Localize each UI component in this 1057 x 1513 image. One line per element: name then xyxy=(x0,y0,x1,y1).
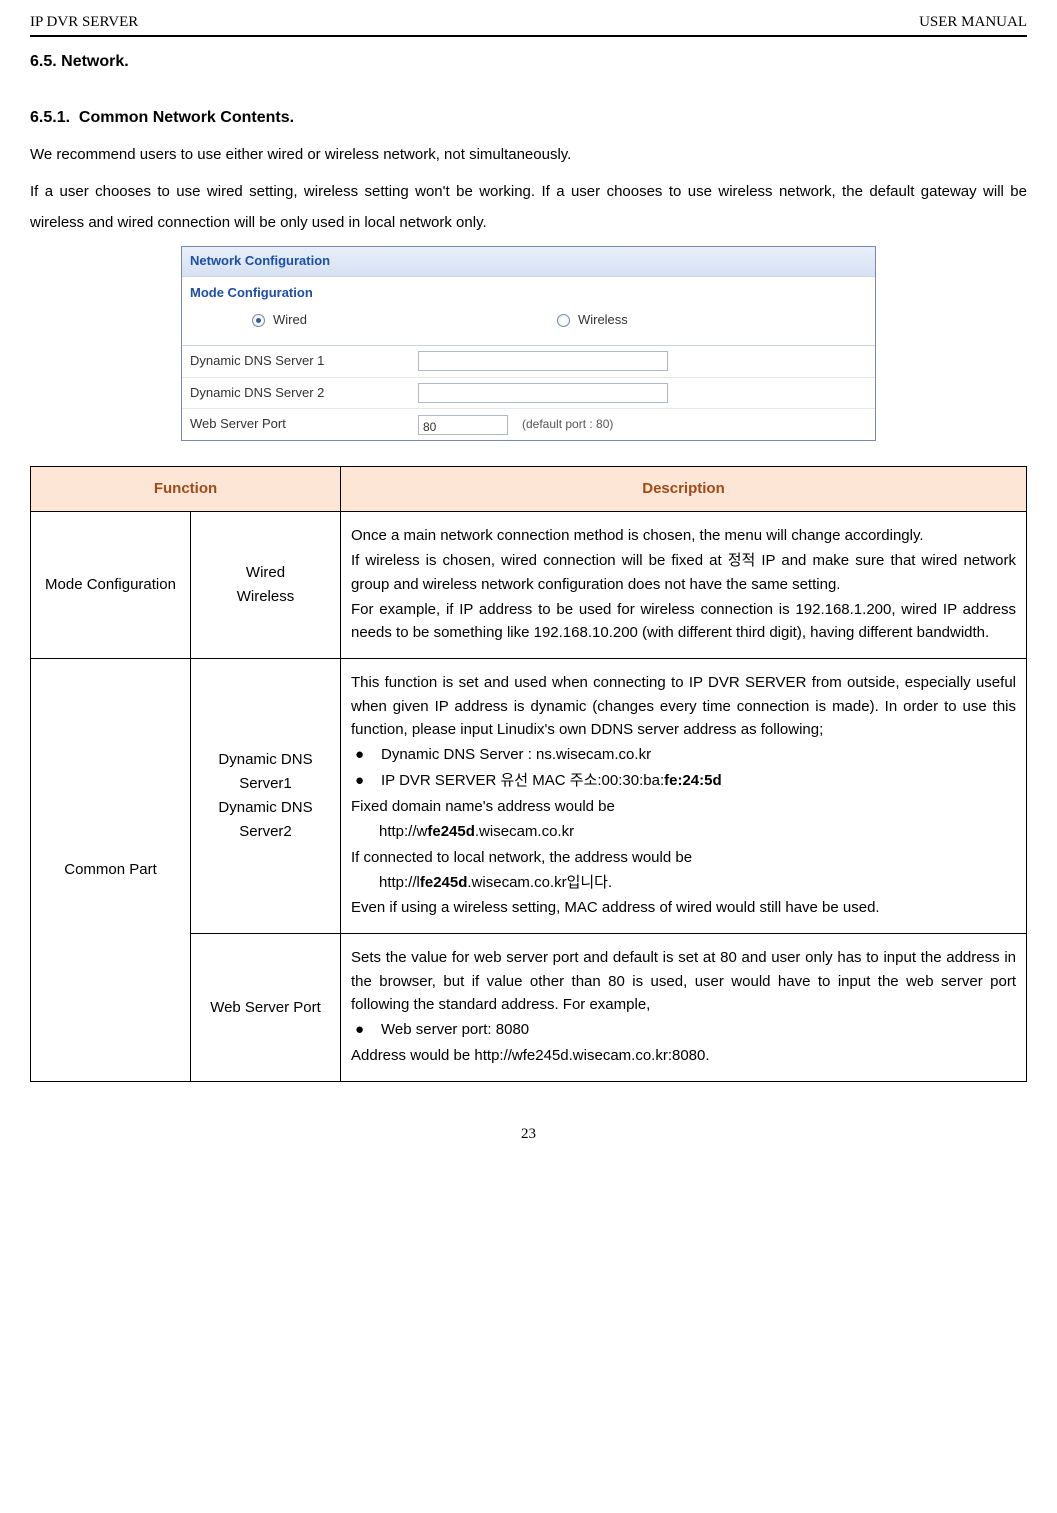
r1-c1: Mode Configuration xyxy=(31,512,191,659)
r1-d2: If wireless is chosen, wired connection … xyxy=(351,549,1016,596)
r2a-c2: Dynamic DNS Server1 Dynamic DNS Server2 xyxy=(191,659,341,934)
r2b-d2: Address would be http://wfe245d.wisecam.… xyxy=(351,1044,1016,1067)
r2a-b2: ●IP DVR SERVER 유선 MAC 주소:00:30:ba:fe:24:… xyxy=(355,769,1016,793)
r1-c2b: Wireless xyxy=(201,585,330,609)
r1-d3: For example, if IP address to be used fo… xyxy=(351,598,1016,645)
radio-wired-icon xyxy=(252,314,265,327)
bullet-icon: ● xyxy=(355,743,381,767)
radio-wireless-icon xyxy=(557,314,570,327)
bullet-icon: ● xyxy=(355,1018,381,1042)
dns2-label: Dynamic DNS Server 2 xyxy=(182,378,412,409)
r2a-d4: If connected to local network, the addre… xyxy=(351,846,1016,869)
header-left: IP DVR SERVER xyxy=(30,10,138,34)
r2a-c2a: Dynamic DNS Server1 xyxy=(201,748,330,796)
r2a-desc: This function is set and used when conne… xyxy=(341,659,1027,934)
r2a-d2: Fixed domain name's address would be xyxy=(351,795,1016,818)
r2a-d1: This function is set and used when conne… xyxy=(351,671,1016,741)
figure-subtitle: Mode Configuration xyxy=(182,277,875,306)
r2a-d3: http://wfe245d.wisecam.co.kr xyxy=(351,820,1016,843)
r2b-c2: Web Server Port xyxy=(191,934,341,1082)
port-label: Web Server Port xyxy=(182,409,412,440)
port-hint: (default port : 80) xyxy=(522,415,613,434)
section-name: Network. xyxy=(61,53,129,70)
intro-p2: If a user chooses to use wired setting, … xyxy=(30,177,1027,239)
r2a-b1: ●Dynamic DNS Server : ns.wisecam.co.kr xyxy=(355,743,1016,767)
subsection-title: 6.5.1. Common Network Contents. xyxy=(30,105,1027,131)
r2a-d5: http://lfe245d.wisecam.co.kr입니다. xyxy=(351,871,1016,894)
r2a-d6: Even if using a wireless setting, MAC ad… xyxy=(351,896,1016,919)
r1-c2: Wired Wireless xyxy=(191,512,341,659)
bullet-icon: ● xyxy=(355,769,381,793)
radio-wireless-label: Wireless xyxy=(578,310,628,331)
header-right: USER MANUAL xyxy=(919,10,1027,34)
function-table: Function Description Mode Configuration … xyxy=(30,466,1027,1082)
section-num: 6.5. xyxy=(30,53,57,70)
r2b-desc: Sets the value for web server port and d… xyxy=(341,934,1027,1082)
r2a-c2b: Dynamic DNS Server2 xyxy=(201,796,330,844)
figure-title: Network Configuration xyxy=(182,247,875,277)
subsection-name: Common Network Contents. xyxy=(79,109,294,126)
th-function: Function xyxy=(31,467,341,512)
port-input[interactable]: 80 xyxy=(418,415,508,435)
r2b-d1: Sets the value for web server port and d… xyxy=(351,946,1016,1016)
r1-c2a: Wired xyxy=(201,561,330,585)
r1-desc: Once a main network connection method is… xyxy=(341,512,1027,659)
dns2-input[interactable] xyxy=(418,383,668,403)
r1-d1: Once a main network connection method is… xyxy=(351,524,1016,547)
r2-c1: Common Part xyxy=(31,659,191,1082)
radio-wired-label: Wired xyxy=(273,310,307,331)
th-description: Description xyxy=(341,467,1027,512)
dns1-input[interactable] xyxy=(418,351,668,371)
section-title: 6.5. Network. xyxy=(30,49,1027,75)
page-number: 23 xyxy=(30,1122,1027,1146)
subsection-num: 6.5.1. xyxy=(30,109,70,126)
dns1-label: Dynamic DNS Server 1 xyxy=(182,346,412,377)
network-config-figure: Network Configuration Mode Configuration… xyxy=(30,246,1027,441)
header-bar: IP DVR SERVER USER MANUAL xyxy=(30,10,1027,37)
radio-wired[interactable]: Wired xyxy=(252,310,307,331)
radio-wireless[interactable]: Wireless xyxy=(557,310,628,331)
r2b-b1: ●Web server port: 8080 xyxy=(355,1018,1016,1042)
intro-p1: We recommend users to use either wired o… xyxy=(30,140,1027,171)
